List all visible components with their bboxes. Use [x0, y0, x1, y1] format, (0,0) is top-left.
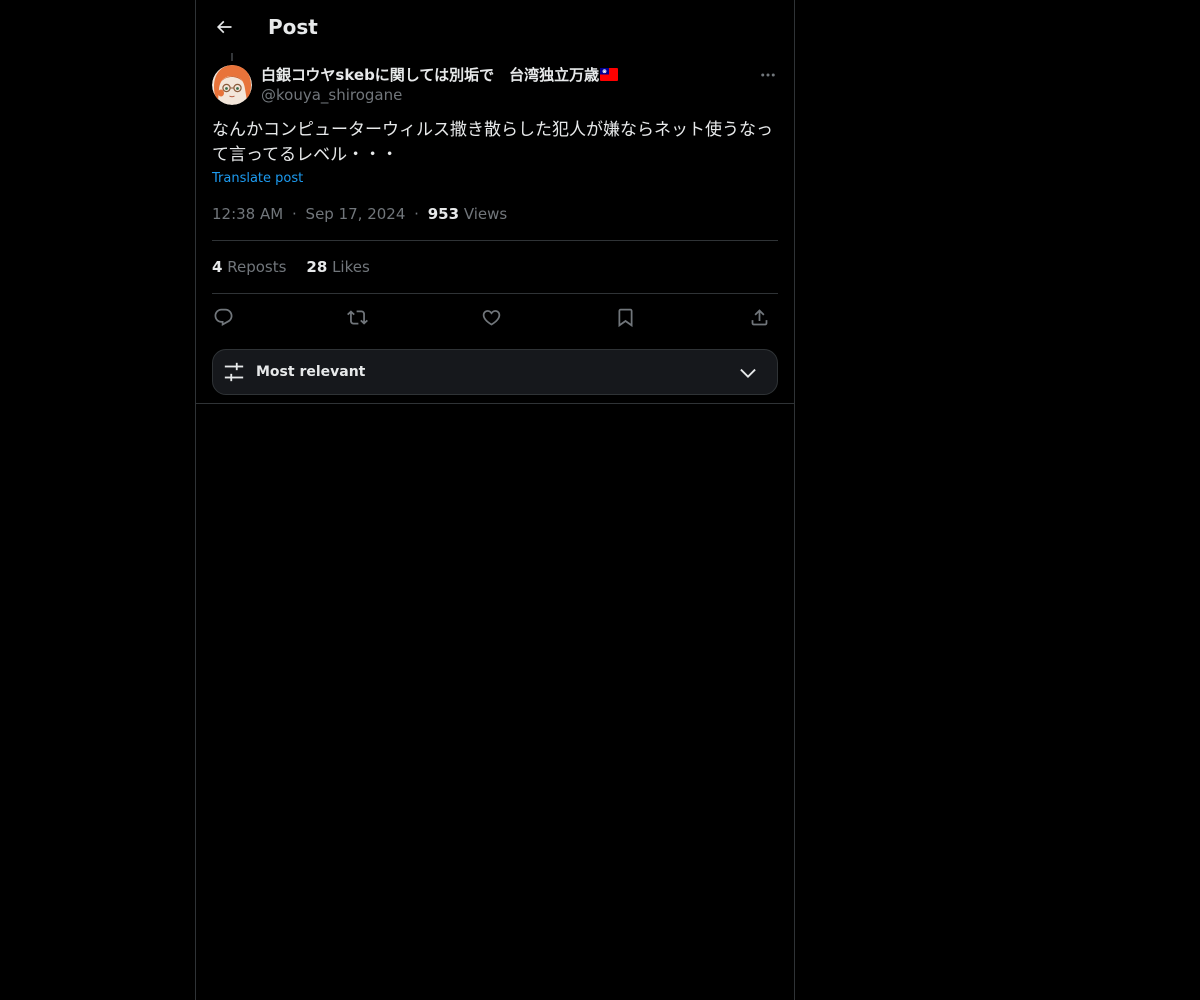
author-display-name[interactable]: 白銀コウヤskebに関しては別垢で 台湾独立万歳	[261, 64, 619, 86]
divider	[212, 240, 778, 241]
post-metadata: 12:38 AM · Sep 17, 2024 · 953 Views	[212, 204, 507, 224]
reposts-count: 4	[212, 258, 223, 276]
post-date[interactable]: Sep 17, 2024	[306, 205, 406, 223]
likes-label: Likes	[332, 258, 370, 276]
post-detail-column: Post 白銀コウヤskebに関しては別垢で 台湾独立万歳 @kouya_shi…	[195, 0, 795, 1000]
post-text: なんかコンピューターウィルス撒き散らした犯人が嫌ならネット使うなって言ってるレベ…	[212, 120, 773, 165]
more-horizontal-icon	[761, 73, 775, 77]
avatar[interactable]	[212, 65, 252, 105]
likes-count: 28	[306, 258, 328, 276]
page-title: Post	[268, 15, 318, 39]
meta-separator: ·	[414, 205, 419, 223]
translate-post-link[interactable]: Translate post	[212, 170, 303, 188]
heart-icon	[482, 309, 500, 326]
share-button[interactable]	[742, 300, 776, 334]
sort-replies-dropdown[interactable]: Most relevant	[212, 349, 778, 395]
post-time[interactable]: 12:38 AM	[212, 205, 283, 223]
reposts-label: Reposts	[227, 258, 287, 276]
divider	[196, 403, 794, 404]
bookmark-button[interactable]	[608, 300, 642, 334]
author-handle[interactable]: @kouya_shirogane	[261, 85, 402, 105]
meta-separator: ·	[291, 205, 297, 223]
likes-stat[interactable]: 28 Likes	[306, 257, 369, 277]
action-bar	[212, 300, 778, 334]
thread-line	[231, 53, 233, 61]
arrow-left-icon	[216, 20, 232, 34]
taiwan-flag-icon	[600, 68, 619, 81]
reposts-stat[interactable]: 4 Reposts	[212, 257, 286, 277]
anime-girl-avatar	[212, 65, 252, 105]
share-icon	[751, 308, 767, 325]
views-count: 953	[427, 205, 460, 223]
repost-button[interactable]	[340, 300, 374, 334]
reply-button[interactable]	[206, 300, 240, 334]
more-options-button[interactable]	[756, 63, 780, 87]
chevron-down-icon	[740, 368, 756, 378]
engagement-stats: 4 Reposts 28 Likes	[212, 257, 370, 277]
page-header: Post	[196, 0, 794, 53]
back-button[interactable]	[207, 10, 241, 44]
reply-icon	[214, 308, 232, 326]
repost-icon	[346, 309, 368, 325]
sliders-icon	[224, 362, 244, 382]
author-name-text: 白銀コウヤskebに関しては別垢で 台湾独立万歳	[261, 66, 600, 84]
divider	[212, 293, 778, 294]
like-button[interactable]	[474, 300, 508, 334]
bookmark-icon	[618, 308, 632, 327]
views-label: Views	[463, 205, 508, 223]
sort-label: Most relevant	[256, 364, 366, 380]
